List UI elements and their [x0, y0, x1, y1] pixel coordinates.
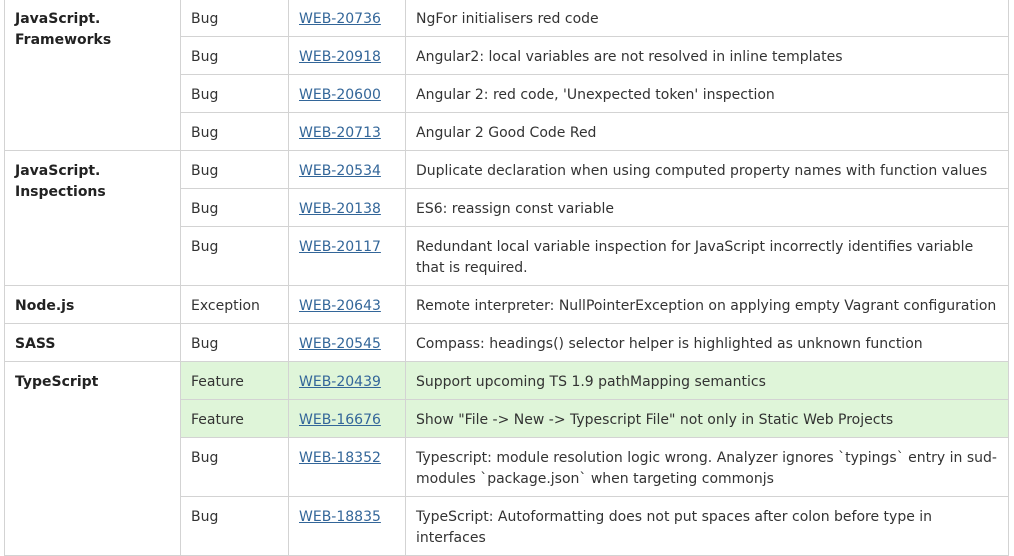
- release-notes-body: JavaScript. Frameworks Bug WEB-20736 NgFor i…: [4, 0, 1009, 556]
- issue-link[interactable]: WEB-18352: [299, 450, 381, 466]
- issue-link[interactable]: WEB-20439: [299, 374, 381, 390]
- issue-link[interactable]: WEB-20117: [299, 239, 381, 255]
- issue-id-cell: WEB-20439: [288, 361, 406, 400]
- issue-summary: Duplicate declaration when using compute…: [405, 150, 1009, 189]
- subsystem-label: SASS: [15, 336, 56, 352]
- subsystem-cell: TypeScript: [4, 361, 181, 556]
- issue-id-cell: WEB-20713: [288, 112, 406, 151]
- issue-summary: Compass: headings() selector helper is h…: [405, 323, 1009, 362]
- release-notes-table: JavaScript. Frameworks Bug WEB-20736 NgFor i…: [4, 0, 1009, 556]
- table-row: JavaScript. Frameworks Bug WEB-20736 NgFor i…: [4, 0, 1009, 151]
- table-row: Node.js Exception WEB-20643 Remote interpre…: [4, 285, 1009, 324]
- issue-link[interactable]: WEB-18835: [299, 509, 381, 525]
- issue-summary: Support upcoming TS 1.9 pathMapping sema…: [405, 361, 1009, 400]
- issue-type: Bug: [180, 112, 289, 151]
- issue-link[interactable]: WEB-20713: [299, 125, 381, 141]
- subsystem-label: JavaScript.: [15, 11, 101, 27]
- issue-summary: Redundant local variable inspection for …: [405, 226, 1009, 286]
- subsystem-cell: JavaScript. Frameworks: [4, 0, 181, 151]
- issue-id-cell: WEB-18352: [288, 437, 406, 497]
- issue-link[interactable]: WEB-20643: [299, 298, 381, 314]
- issue-link[interactable]: WEB-20600: [299, 87, 381, 103]
- issue-summary: ES6: reassign const variable: [405, 188, 1009, 227]
- issue-summary: Remote interpreter: NullPointerException…: [405, 285, 1009, 324]
- issue-id-cell: WEB-20736: [288, 0, 406, 37]
- issue-type: Bug: [180, 323, 289, 362]
- subsystem-label: JavaScript.: [15, 163, 101, 179]
- subsystem-label: Inspections: [15, 184, 106, 200]
- issue-link[interactable]: WEB-20918: [299, 49, 381, 65]
- table-row: TypeScript Feature WEB-20439 Support upcomi…: [4, 361, 1009, 556]
- issue-type: Bug: [180, 0, 289, 37]
- issue-id-cell: WEB-16676: [288, 399, 406, 438]
- issue-summary: Angular 2 Good Code Red: [405, 112, 1009, 151]
- issue-summary: Angular 2: red code, 'Unexpected token' …: [405, 74, 1009, 113]
- issue-type: Exception: [180, 285, 289, 324]
- subsystem-label: Frameworks: [15, 32, 112, 48]
- issue-type: Bug: [180, 74, 289, 113]
- issue-type: Bug: [180, 150, 289, 189]
- issue-type: Feature: [180, 361, 289, 400]
- subsystem-cell: Node.js: [4, 285, 181, 324]
- issue-link[interactable]: WEB-16676: [299, 412, 381, 428]
- issue-id-cell: WEB-20643: [288, 285, 406, 324]
- issue-summary: Typescript: module resolution logic wron…: [405, 437, 1009, 497]
- issue-type: Feature: [180, 399, 289, 438]
- issue-id-cell: WEB-20138: [288, 188, 406, 227]
- subsystem-cell: SASS: [4, 323, 181, 362]
- issue-id-cell: WEB-18835: [288, 496, 406, 556]
- issue-type: Bug: [180, 188, 289, 227]
- table-row: SASS Bug WEB-20545 Compass: headings() sele…: [4, 323, 1009, 362]
- issue-id-cell: WEB-20117: [288, 226, 406, 286]
- issue-link[interactable]: WEB-20534: [299, 163, 381, 179]
- issue-type: Bug: [180, 226, 289, 286]
- issue-id-cell: WEB-20918: [288, 36, 406, 75]
- issue-link[interactable]: WEB-20545: [299, 336, 381, 352]
- subsystem-label: TypeScript: [15, 374, 99, 390]
- issue-summary: TypeScript: Autoformatting does not put …: [405, 496, 1009, 556]
- issue-link[interactable]: WEB-20138: [299, 201, 381, 217]
- issue-type: Bug: [180, 496, 289, 556]
- table-row: JavaScript. Inspections Bug WEB-20534 Duplic…: [4, 150, 1009, 286]
- issue-summary: Angular2: local variables are not resolv…: [405, 36, 1009, 75]
- issue-link[interactable]: WEB-20736: [299, 11, 381, 27]
- issue-type: Bug: [180, 437, 289, 497]
- issue-id-cell: WEB-20534: [288, 150, 406, 189]
- issue-type: Bug: [180, 36, 289, 75]
- subsystem-label: Node.js: [15, 298, 75, 314]
- issue-id-cell: WEB-20545: [288, 323, 406, 362]
- issue-summary: Show "File -> New -> Typescript File" no…: [405, 399, 1009, 438]
- issue-id-cell: WEB-20600: [288, 74, 406, 113]
- subsystem-cell: JavaScript. Inspections: [4, 150, 181, 286]
- issue-summary: NgFor initialisers red code: [405, 0, 1009, 37]
